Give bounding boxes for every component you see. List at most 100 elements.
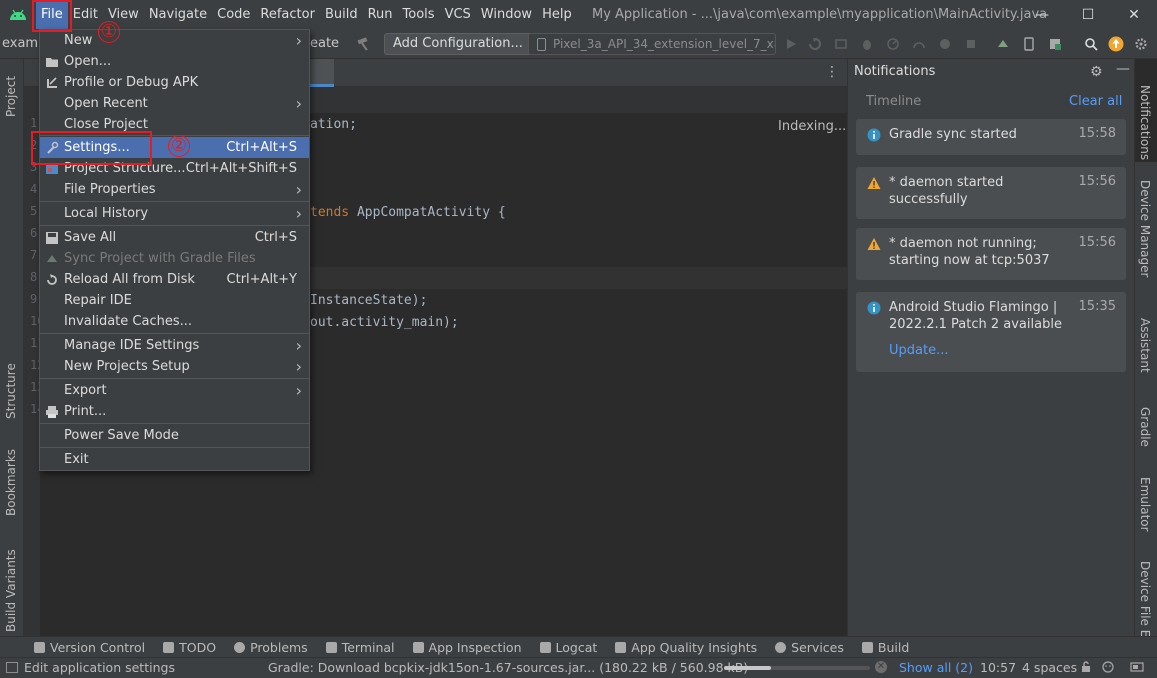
tool-logcat[interactable]: Logcat [539, 640, 597, 655]
notification-card[interactable]: * daemon not running; starting now at tc… [856, 228, 1126, 280]
gradle-sync-icon [47, 255, 57, 262]
notifications-header: Notifications ⚙ — [848, 59, 1135, 85]
settings-gear-icon[interactable] [1134, 37, 1148, 51]
gear-icon[interactable]: ⚙ [1090, 64, 1103, 80]
show-all-tasks-link[interactable]: Show all (2) [899, 660, 973, 675]
file-menu-item-open[interactable]: Open... [40, 51, 309, 72]
apply-code-changes-icon[interactable] [834, 37, 848, 51]
menu-tools[interactable]: Tools [398, 0, 440, 29]
tool-version-control[interactable]: Version Control [34, 640, 145, 655]
tool-problems[interactable]: Problems [234, 640, 308, 655]
tool-todo[interactable]: TODO [163, 640, 216, 655]
file-menu-item-export[interactable]: Export › [40, 380, 309, 401]
tab-assistant[interactable]: Assistant [1135, 292, 1157, 377]
gradle-download-status[interactable]: Gradle: Download bcpkix-jdk15on-1.67-sou… [268, 660, 748, 675]
file-menu-item-invalidate-caches[interactable]: Invalidate Caches... [40, 311, 309, 332]
tab-device-file-explorer[interactable]: Device File Ex [1135, 547, 1157, 644]
tab-build-variants[interactable]: Build Variants [0, 534, 24, 634]
line-number: 9 [30, 292, 38, 306]
tool-app-inspection[interactable]: App Inspection [412, 640, 522, 655]
update-link[interactable]: Update... [889, 343, 948, 358]
apply-changes-icon[interactable] [808, 37, 822, 51]
toolbar-partial-text: eate [310, 36, 340, 51]
indent-setting[interactable]: 4 spaces [1022, 660, 1077, 675]
notification-time: 15:35 [1078, 299, 1116, 314]
sdk-manager-icon[interactable] [1048, 37, 1062, 51]
file-menu-item-save-all[interactable]: Save All Ctrl+S [40, 227, 309, 248]
menu-run[interactable]: Run [363, 0, 398, 29]
line-number: 4 [30, 182, 38, 196]
search-icon[interactable] [1084, 37, 1098, 51]
caret-position[interactable]: 10:57 [980, 660, 1016, 675]
code-line: out.activity_main); [310, 315, 459, 330]
file-menu-item-file-properties[interactable]: File Properties › [40, 179, 309, 200]
title-bar: File Edit View Navigate Code Refactor Build Run… [0, 0, 1157, 29]
file-menu-item-repair-ide[interactable]: Repair IDE [40, 290, 309, 311]
tool-build[interactable]: Build [861, 640, 909, 655]
annotation-step-1: ① [98, 21, 120, 43]
file-menu-item-power-save-mode[interactable]: Power Save Mode [40, 425, 309, 446]
tab-notifications[interactable]: Notifications [1135, 59, 1157, 162]
problems-icon [234, 641, 246, 653]
cancel-download-icon[interactable]: ✕ [875, 661, 887, 673]
run-icon[interactable] [784, 37, 798, 51]
memory-indicator-icon[interactable] [1130, 661, 1144, 673]
device-manager-icon[interactable] [1022, 37, 1036, 51]
tab-structure[interactable]: Structure [0, 349, 24, 419]
update-icon[interactable] [1108, 36, 1124, 52]
tab-gradle[interactable]: Gradle [1135, 387, 1157, 447]
file-menu-item-label: Repair IDE [64, 293, 132, 308]
panel-toggle-icon[interactable] [6, 662, 18, 673]
file-menu-item-reload-all-from-disk[interactable]: Reload All from Disk Ctrl+Alt+Y [40, 269, 309, 290]
minimize-button[interactable]: — [1019, 0, 1065, 29]
submenu-arrow-icon: › [295, 336, 302, 355]
menu-window[interactable]: Window [476, 0, 537, 29]
menu-build[interactable]: Build [320, 0, 363, 29]
profile-icon[interactable] [886, 37, 900, 51]
clear-all-link[interactable]: Clear all [1069, 94, 1122, 109]
file-menu-item-profile-or-debug-apk[interactable]: Profile or Debug APK [40, 72, 309, 93]
menu-refactor[interactable]: Refactor [255, 0, 320, 29]
menu-navigate[interactable]: Navigate [144, 0, 212, 29]
file-menu-item-local-history[interactable]: Local History › [40, 203, 309, 224]
tool-terminal[interactable]: Terminal [325, 640, 395, 655]
tab-bookmarks[interactable]: Bookmarks [0, 434, 24, 519]
add-configuration-button[interactable]: Add Configuration... [384, 33, 532, 55]
debug-icon[interactable] [860, 37, 874, 51]
editor-tab-active[interactable] [310, 59, 334, 87]
more-options-icon[interactable]: ⋮ [825, 64, 839, 80]
tab-emulator[interactable]: Emulator [1135, 457, 1157, 532]
minimize-panel-icon[interactable]: — [1116, 61, 1130, 77]
tool-services[interactable]: Services [775, 640, 844, 655]
hammer-icon[interactable] [356, 36, 372, 52]
right-tool-strip: Notifications Device Manager Assistant G… [1134, 59, 1157, 644]
tab-project[interactable]: Project [0, 69, 24, 129]
maximize-button[interactable]: ☐ [1065, 0, 1111, 29]
inspections-face-icon[interactable] [1102, 661, 1114, 673]
file-menu-item-exit[interactable]: Exit [40, 449, 309, 470]
close-button[interactable]: ✕ [1111, 0, 1157, 29]
notifications-panel: Notifications ⚙ — Timeline Clear all Gra… [847, 59, 1134, 636]
notification-card[interactable]: Gradle sync started 15:58 [856, 119, 1126, 155]
menu-code[interactable]: Code [212, 0, 255, 29]
coverage-icon[interactable] [912, 37, 926, 51]
file-menu-item-open-recent[interactable]: Open Recent › [40, 93, 309, 114]
file-menu-item-new-projects-setup[interactable]: New Projects Setup › [40, 356, 309, 377]
stop-icon[interactable] [964, 37, 978, 51]
lock-icon[interactable] [1080, 661, 1092, 673]
file-menu-item-manage-ide-settings[interactable]: Manage IDE Settings › [40, 335, 309, 356]
tool-app-quality-insights[interactable]: App Quality Insights [615, 640, 757, 655]
device-selector[interactable]: Pixel_3a_API_34_extension_level_7_x8... [528, 33, 776, 55]
sync-gradle-icon[interactable] [996, 37, 1010, 51]
line-number: 6 [30, 226, 38, 240]
notification-card[interactable]: Android Studio Flamingo | 2022.2.1 Patch… [856, 292, 1126, 372]
menu-edit[interactable]: Edit [68, 0, 103, 29]
attach-debugger-icon[interactable] [938, 37, 952, 51]
file-menu-item-print[interactable]: Print... [40, 401, 309, 422]
menu-vcs[interactable]: VCS [440, 0, 476, 29]
notification-card[interactable]: * daemon started successfully 15:56 [856, 167, 1126, 219]
shortcut-label: Ctrl+Alt+S [226, 140, 297, 155]
menu-help[interactable]: Help [537, 0, 577, 29]
file-menu-item-new[interactable]: New › [40, 30, 309, 51]
tab-device-manager[interactable]: Device Manager [1135, 172, 1157, 282]
